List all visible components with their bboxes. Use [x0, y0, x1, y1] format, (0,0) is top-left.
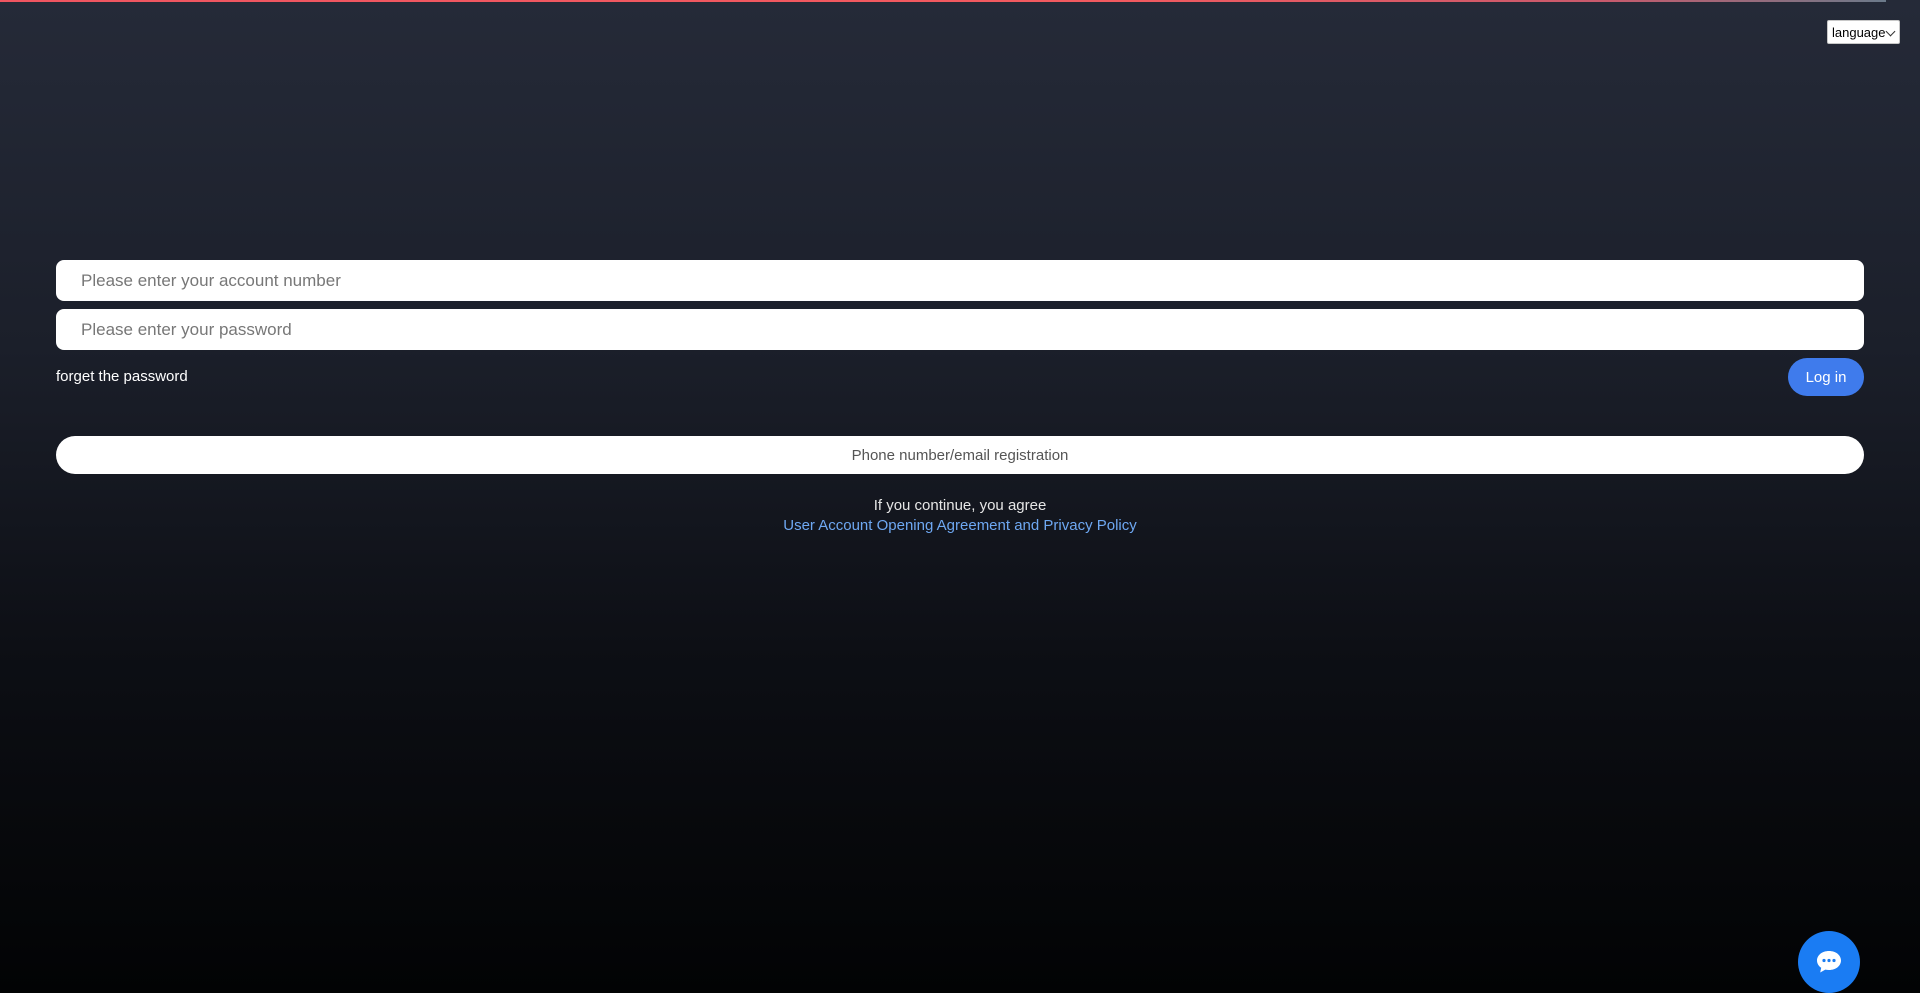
chat-bubble-icon [1817, 951, 1841, 973]
login-button[interactable]: Log in [1788, 358, 1864, 396]
chat-support-button[interactable] [1798, 931, 1860, 993]
agreement-notice: If you continue, you agree User Account … [56, 496, 1864, 536]
phone-email-registration-button[interactable]: Phone number/email registration [56, 436, 1864, 474]
account-number-input[interactable] [56, 260, 1864, 301]
language-select[interactable]: language [1827, 20, 1900, 44]
login-actions-row: forget the password Log in [56, 358, 1864, 396]
privacy-policy-link[interactable]: User Account Opening Agreement and Priva… [56, 516, 1864, 536]
forget-password-link[interactable]: forget the password [56, 368, 188, 385]
password-input[interactable] [56, 309, 1864, 350]
chevron-down-icon [1885, 26, 1896, 37]
language-select-label: language [1832, 24, 1886, 40]
agreement-intro-text: If you continue, you agree [873, 497, 1047, 514]
top-accent-line [0, 0, 1886, 2]
login-form: forget the password Log in Phone number/… [56, 260, 1864, 536]
